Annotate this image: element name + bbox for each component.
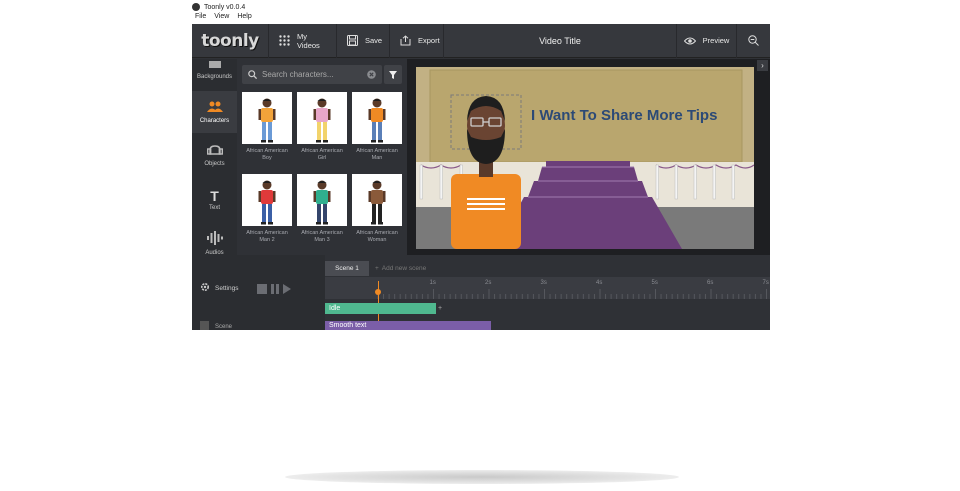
ruler-tick-label: 7s <box>762 280 769 286</box>
scene-track-row: Scene <box>200 321 232 330</box>
ruler-tick-label: 3s <box>540 280 547 286</box>
menu-bar: File View Help <box>195 13 252 24</box>
search-icon <box>248 66 258 84</box>
menu-file[interactable]: File <box>195 13 206 24</box>
settings-button[interactable]: Settings <box>200 282 239 294</box>
stop-icon[interactable] <box>257 281 267 299</box>
grid-icon <box>279 35 290 46</box>
playback-controls <box>257 281 291 299</box>
scene-track-icon <box>200 321 209 330</box>
export-icon <box>400 35 411 46</box>
clear-search-icon[interactable] <box>367 66 376 84</box>
ruler-ticks <box>377 289 767 299</box>
preview-label: Preview <box>702 36 730 45</box>
character-thumbnail <box>297 92 347 144</box>
characters-panel: African American Boy African American Gir… <box>237 59 407 255</box>
play-icon[interactable] <box>283 281 291 299</box>
idle-track-clip[interactable]: Idle <box>325 303 436 314</box>
scene-track-label: Scene <box>215 323 233 330</box>
zoom-out-icon <box>748 35 759 46</box>
settings-label: Settings <box>215 284 239 292</box>
character-label: African American Boy <box>246 148 288 161</box>
top-toolbar: toonly My Videos Save Export Video Title <box>192 24 770 58</box>
export-label: Export <box>418 36 440 45</box>
screenshot-stage: Toonly v0.0.4 File View Help toonly My V… <box>0 0 960 491</box>
time-ruler[interactable]: 1s 2s 3s 4s 5s 6s 7s <box>325 277 770 299</box>
character-search <box>242 65 382 84</box>
characters-icon <box>206 101 223 115</box>
character-label: African American Girl <box>301 148 343 161</box>
add-scene-label: Add new scene <box>381 265 427 272</box>
character-thumbnail <box>242 174 292 226</box>
character-card[interactable]: African American Man <box>352 92 402 162</box>
side-nav: Backgrounds Characters Objects T Text Au… <box>192 59 237 256</box>
scene-text[interactable]: I Want To Share More Tips <box>531 107 717 124</box>
pause-icon[interactable] <box>270 281 280 299</box>
nav-characters-label: Characters <box>199 117 230 124</box>
my-videos-label: My Videos <box>297 31 320 50</box>
ruler-tick-label: 2s <box>485 280 492 286</box>
scene-canvas[interactable]: I Want To Share More Tips <box>416 67 754 249</box>
preview-button[interactable]: Preview <box>676 24 736 58</box>
character-card[interactable]: African American Man 3 <box>297 174 347 244</box>
app-icon <box>192 3 200 11</box>
nav-text[interactable]: T Text <box>192 179 237 221</box>
save-icon <box>347 35 358 46</box>
character-label: African American Man 2 <box>246 230 288 243</box>
backgrounds-icon <box>208 60 222 71</box>
window-titlebar: Toonly v0.0.4 <box>192 1 770 13</box>
window-title: Toonly v0.0.4 <box>204 3 246 11</box>
ruler-tick-label: 6s <box>707 280 714 286</box>
ruler-tick-label: 5s <box>651 280 658 286</box>
menu-help[interactable]: Help <box>237 13 251 24</box>
collapse-panel-button[interactable]: › <box>757 60 768 71</box>
character-thumbnail <box>242 92 292 144</box>
add-scene-button[interactable]: + Add new scene <box>375 261 426 276</box>
chevron-right-icon: › <box>761 61 764 70</box>
export-button[interactable]: Export <box>389 24 444 58</box>
nav-characters[interactable]: Characters <box>192 91 237 133</box>
app-window: toonly My Videos Save Export Video Title <box>192 24 770 330</box>
character-card[interactable]: African American Woman <box>352 174 402 244</box>
smooth-text-track-clip[interactable]: Smooth text <box>325 321 491 330</box>
nav-objects-label: Objects <box>204 161 225 167</box>
canvas-area: I Want To Share More Tips › <box>407 59 770 255</box>
video-title[interactable]: Video Title <box>444 36 676 46</box>
character-label: African American Man 3 <box>301 230 343 243</box>
character-thumbnail <box>352 92 402 144</box>
character-label: African American Woman <box>356 230 398 243</box>
filter-button[interactable] <box>384 65 402 84</box>
save-button[interactable]: Save <box>336 24 389 58</box>
character-thumbnail <box>352 174 402 226</box>
my-videos-button[interactable]: My Videos <box>268 24 336 58</box>
character-card[interactable]: African American Boy <box>242 92 292 162</box>
character-label: African American Man <box>356 148 398 161</box>
playhead-handle[interactable] <box>375 289 381 295</box>
audio-icon <box>206 230 223 247</box>
nav-objects[interactable]: Objects <box>192 135 237 177</box>
character-thumbnail <box>297 174 347 226</box>
nav-backgrounds[interactable]: Backgrounds <box>192 49 237 91</box>
text-icon: T <box>210 187 219 204</box>
filter-icon <box>389 66 397 84</box>
character-card[interactable]: African American Man 2 <box>242 174 292 244</box>
ruler-tick-label: 4s <box>596 280 603 286</box>
scene-background <box>416 67 754 249</box>
menu-view[interactable]: View <box>214 13 229 24</box>
objects-icon <box>206 145 223 158</box>
nav-text-label: Text <box>208 204 220 211</box>
plus-icon: + <box>375 265 379 272</box>
ruler-tick-label: 1s <box>429 280 436 286</box>
floor-shadow <box>285 470 679 484</box>
scene-tab[interactable]: Scene 1 <box>325 261 369 276</box>
zoom-button[interactable] <box>736 24 770 58</box>
character-card[interactable]: African American Girl <box>297 92 347 162</box>
gear-icon <box>200 282 210 294</box>
search-input[interactable] <box>262 70 362 79</box>
timeline: Scene 1 + Add new scene Settings 1s 2s 3… <box>192 255 770 330</box>
save-label: Save <box>365 36 383 45</box>
add-track-icon[interactable]: + <box>438 303 446 314</box>
nav-backgrounds-label: Backgrounds <box>196 73 233 80</box>
eye-icon <box>683 37 696 45</box>
